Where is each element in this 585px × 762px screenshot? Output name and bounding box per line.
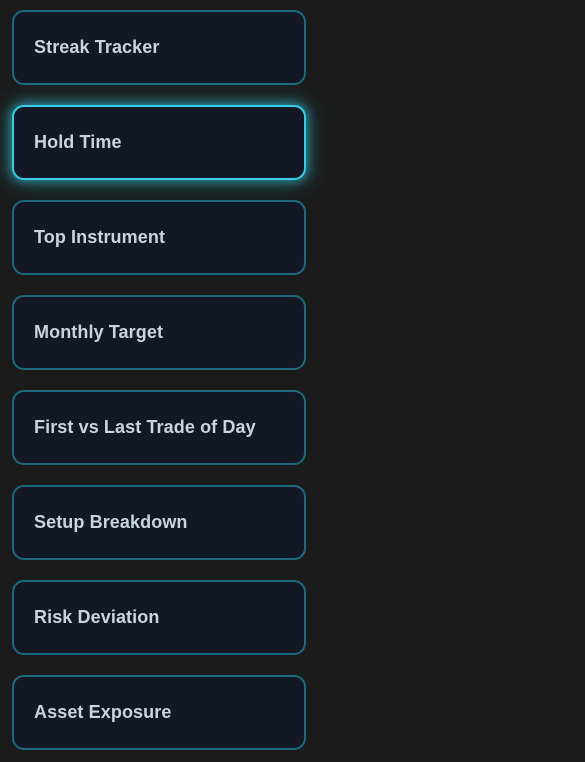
widget-card-label: Hold Time	[34, 132, 122, 152]
widget-card-label: Streak Tracker	[34, 37, 160, 57]
widget-card-label: First vs Last Trade of Day	[34, 417, 256, 437]
widget-card-hold-time[interactable]: Hold Time	[12, 105, 306, 180]
widget-card-setup-breakdown[interactable]: Setup Breakdown	[12, 485, 306, 560]
widget-card-streak-tracker[interactable]: Streak Tracker	[12, 10, 306, 85]
widget-card-asset-exposure[interactable]: Asset Exposure	[12, 675, 306, 750]
widget-card-top-instrument[interactable]: Top Instrument	[12, 200, 306, 275]
widget-card-label: Risk Deviation	[34, 607, 160, 627]
widget-card-risk-deviation[interactable]: Risk Deviation	[12, 580, 306, 655]
widget-list: Streak Tracker Hold Time Top Instrument …	[12, 10, 306, 750]
widget-card-label: Setup Breakdown	[34, 512, 188, 532]
widget-card-label: Top Instrument	[34, 227, 166, 247]
widget-card-monthly-target[interactable]: Monthly Target	[12, 295, 306, 370]
widget-card-first-vs-last-trade[interactable]: First vs Last Trade of Day	[12, 390, 306, 465]
widget-card-label: Monthly Target	[34, 322, 164, 342]
widget-card-label: Asset Exposure	[34, 702, 172, 722]
